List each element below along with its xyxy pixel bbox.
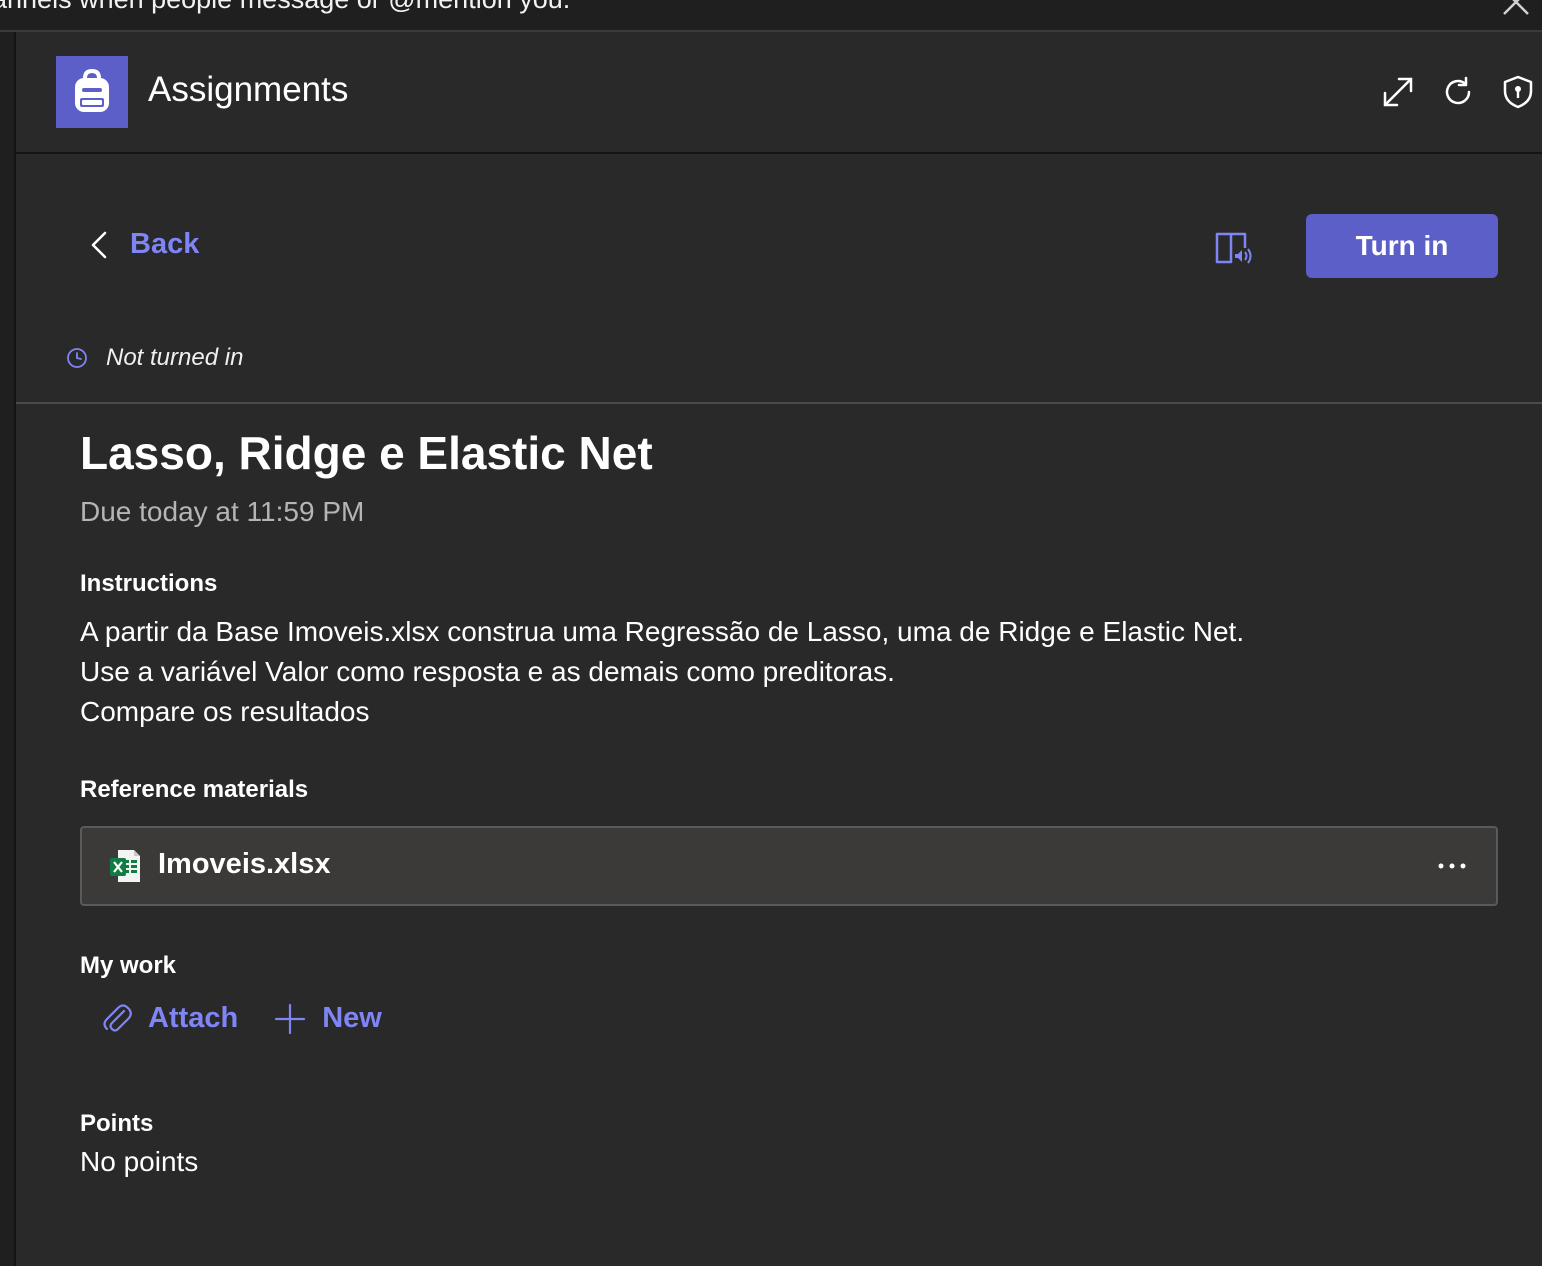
my-work-heading: My work bbox=[80, 952, 177, 979]
new-button[interactable]: New bbox=[274, 1002, 382, 1035]
banner-text: annels when people message or @mention y… bbox=[0, 0, 570, 15]
back-button[interactable]: Back bbox=[88, 228, 199, 261]
instructions-text: A partir da Base Imoveis.xlsx construa u… bbox=[80, 612, 1244, 732]
submission-status: Not turned in bbox=[66, 344, 243, 372]
instructions-line: A partir da Base Imoveis.xlsx construa u… bbox=[80, 616, 1245, 647]
instructions-line: Use a variável Valor como resposta e as … bbox=[80, 656, 895, 687]
shield-icon[interactable] bbox=[1500, 74, 1536, 110]
due-date: Due today at 11:59 PM bbox=[80, 496, 365, 527]
refresh-icon[interactable] bbox=[1440, 74, 1476, 110]
instructions-heading: Instructions bbox=[80, 570, 218, 597]
left-rail bbox=[0, 32, 16, 1266]
assignments-app-logo bbox=[56, 56, 128, 128]
instructions-line: Compare os resultados bbox=[80, 696, 370, 727]
attach-label: Attach bbox=[148, 1002, 239, 1034]
attach-button[interactable]: Attach bbox=[102, 1002, 238, 1035]
backpack-icon bbox=[75, 68, 109, 112]
immersive-reader-icon[interactable] bbox=[1214, 228, 1254, 268]
assignment-toolbar: Back Turn in Not turned in bbox=[16, 154, 1542, 404]
back-label: Back bbox=[130, 228, 200, 260]
points-value: No points bbox=[80, 1146, 199, 1177]
close-icon[interactable] bbox=[1500, 0, 1532, 18]
chevron-left-icon bbox=[91, 231, 107, 258]
app-title: Assignments bbox=[148, 70, 349, 109]
app-header: Assignments bbox=[16, 32, 1542, 154]
reference-file-card[interactable]: Imoveis.xlsx bbox=[80, 826, 1498, 906]
excel-file-icon bbox=[108, 848, 142, 884]
expand-icon[interactable] bbox=[1380, 74, 1416, 110]
more-options-icon[interactable] bbox=[1432, 850, 1472, 882]
reference-materials-heading: Reference materials bbox=[80, 776, 309, 803]
clock-icon bbox=[67, 348, 87, 368]
points-heading: Points bbox=[80, 1110, 154, 1137]
paperclip-icon bbox=[103, 1003, 132, 1032]
notification-banner: annels when people message or @mention y… bbox=[0, 0, 1542, 32]
my-work-actions: Attach New bbox=[102, 1002, 418, 1035]
turn-in-button[interactable]: Turn in bbox=[1306, 214, 1498, 278]
assignment-title: Lasso, Ridge e Elastic Net bbox=[80, 427, 653, 479]
reference-file-name[interactable]: Imoveis.xlsx bbox=[158, 848, 331, 881]
plus-icon bbox=[275, 1003, 306, 1034]
new-label: New bbox=[322, 1002, 382, 1034]
status-text: Not turned in bbox=[106, 344, 244, 371]
